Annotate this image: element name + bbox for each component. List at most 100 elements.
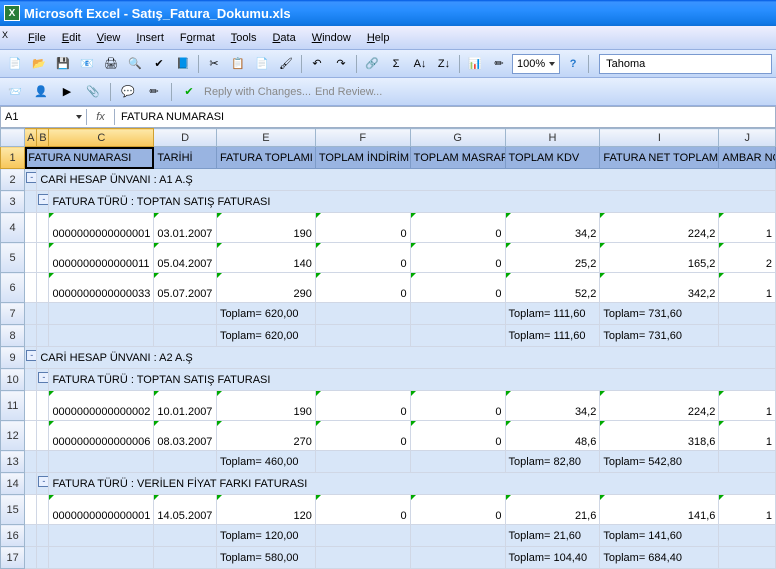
- chart-button[interactable]: 📊: [464, 53, 486, 75]
- row-header[interactable]: 3: [1, 191, 25, 213]
- cell[interactable]: 34,2: [505, 391, 600, 421]
- outline-toggle[interactable]: -: [25, 347, 37, 369]
- row-header[interactable]: 17: [1, 547, 25, 569]
- col-header-C[interactable]: C: [49, 129, 154, 147]
- cell[interactable]: 0: [410, 495, 505, 525]
- cell[interactable]: [315, 303, 410, 325]
- cell[interactable]: 0: [410, 391, 505, 421]
- cell[interactable]: 0000000000000006: [49, 421, 154, 451]
- cell[interactable]: [37, 273, 49, 303]
- cell[interactable]: [25, 273, 37, 303]
- cell[interactable]: [49, 325, 154, 347]
- cell[interactable]: 25,2: [505, 243, 600, 273]
- cell[interactable]: [25, 213, 37, 243]
- cell[interactable]: 0: [315, 213, 410, 243]
- fx-button[interactable]: fx: [87, 109, 115, 125]
- cell[interactable]: TOPLAM İNDİRİM: [315, 147, 410, 169]
- cell[interactable]: Toplam= 120,00: [216, 525, 315, 547]
- cell[interactable]: [37, 243, 49, 273]
- research-button[interactable]: 📘: [172, 53, 194, 75]
- cell[interactable]: 318,6: [600, 421, 719, 451]
- cell[interactable]: Toplam= 111,60: [505, 325, 600, 347]
- group-label[interactable]: FATURA TÜRÜ : TOPTAN SATIŞ FATURASI: [49, 369, 776, 391]
- cell[interactable]: Toplam= 731,60: [600, 325, 719, 347]
- row-header[interactable]: 8: [1, 325, 25, 347]
- cell[interactable]: TARİHİ: [154, 147, 217, 169]
- cell[interactable]: Toplam= 82,80: [505, 451, 600, 473]
- cell[interactable]: 140: [216, 243, 315, 273]
- cell[interactable]: Toplam= 460,00: [216, 451, 315, 473]
- cell[interactable]: 05.07.2007: [154, 273, 217, 303]
- cell[interactable]: [49, 525, 154, 547]
- row-header[interactable]: 14: [1, 473, 25, 495]
- menu-data[interactable]: Data: [264, 30, 303, 46]
- cell[interactable]: [25, 325, 37, 347]
- cell[interactable]: 0000000000000001: [49, 495, 154, 525]
- menu-insert[interactable]: Insert: [128, 30, 172, 46]
- end-review-button[interactable]: End Review...: [315, 86, 382, 98]
- link-button[interactable]: 🔗: [361, 53, 383, 75]
- cell[interactable]: [25, 473, 37, 495]
- name-box[interactable]: A1: [1, 109, 87, 125]
- formula-input[interactable]: FATURA NUMARASI: [115, 109, 775, 125]
- reply-changes-button[interactable]: Reply with Changes...: [204, 86, 311, 98]
- cell[interactable]: [315, 525, 410, 547]
- permission-button[interactable]: 📧: [76, 53, 98, 75]
- cell[interactable]: [37, 495, 49, 525]
- row-header[interactable]: 15: [1, 495, 25, 525]
- cell[interactable]: Toplam= 580,00: [216, 547, 315, 569]
- cell[interactable]: [49, 303, 154, 325]
- zoom-combo[interactable]: 100%: [512, 54, 560, 74]
- spell-button[interactable]: ✔: [148, 53, 170, 75]
- cell[interactable]: 0: [410, 213, 505, 243]
- cell[interactable]: Toplam= 684,40: [600, 547, 719, 569]
- cell[interactable]: [410, 303, 505, 325]
- row-header[interactable]: 6: [1, 273, 25, 303]
- group-label[interactable]: CARİ HESAP ÜNVANI : A1 A.Ş: [37, 169, 776, 191]
- cell[interactable]: [37, 391, 49, 421]
- send-button[interactable]: 📨: [4, 81, 26, 103]
- cell[interactable]: [25, 547, 37, 569]
- cell[interactable]: [25, 421, 37, 451]
- flag-button[interactable]: ▶: [56, 81, 78, 103]
- cell[interactable]: [719, 303, 776, 325]
- drawing-button[interactable]: ✏: [488, 53, 510, 75]
- group-label[interactable]: CARİ HESAP ÜNVANI : A2 A.Ş: [37, 347, 776, 369]
- open-button[interactable]: 📂: [28, 53, 50, 75]
- row-header[interactable]: 12: [1, 421, 25, 451]
- cell[interactable]: Toplam= 620,00: [216, 303, 315, 325]
- cell[interactable]: 34,2: [505, 213, 600, 243]
- cell[interactable]: 0: [315, 421, 410, 451]
- format-painter-button[interactable]: 🖌: [275, 53, 297, 75]
- cell[interactable]: [719, 451, 776, 473]
- cell[interactable]: [719, 325, 776, 347]
- row-header[interactable]: 13: [1, 451, 25, 473]
- col-header-F[interactable]: F: [315, 129, 410, 147]
- cell[interactable]: [25, 243, 37, 273]
- menu-edit[interactable]: Edit: [54, 30, 89, 46]
- cell[interactable]: Toplam= 111,60: [505, 303, 600, 325]
- cell[interactable]: [25, 191, 37, 213]
- cell[interactable]: [37, 303, 49, 325]
- cell[interactable]: 190: [216, 213, 315, 243]
- select-all-corner[interactable]: [1, 129, 25, 147]
- attach-button[interactable]: 📎: [82, 81, 104, 103]
- cell[interactable]: 0000000000000011: [49, 243, 154, 273]
- cell[interactable]: Toplam= 542,80: [600, 451, 719, 473]
- col-header-H[interactable]: H: [505, 129, 600, 147]
- cell[interactable]: 120: [216, 495, 315, 525]
- redo-button[interactable]: ↷: [330, 53, 352, 75]
- cell[interactable]: [37, 325, 49, 347]
- paste-button[interactable]: 📄: [251, 53, 273, 75]
- cell[interactable]: Toplam= 21,60: [505, 525, 600, 547]
- cut-button[interactable]: ✂: [203, 53, 225, 75]
- menu-window[interactable]: Window: [304, 30, 359, 46]
- cell[interactable]: [719, 547, 776, 569]
- cell[interactable]: 0000000000000001: [49, 213, 154, 243]
- cell[interactable]: 342,2: [600, 273, 719, 303]
- col-header-D[interactable]: D: [154, 129, 217, 147]
- cell[interactable]: [49, 547, 154, 569]
- cell[interactable]: AMBAR NO: [719, 147, 776, 169]
- cell[interactable]: [25, 525, 37, 547]
- undo-button[interactable]: ↶: [306, 53, 328, 75]
